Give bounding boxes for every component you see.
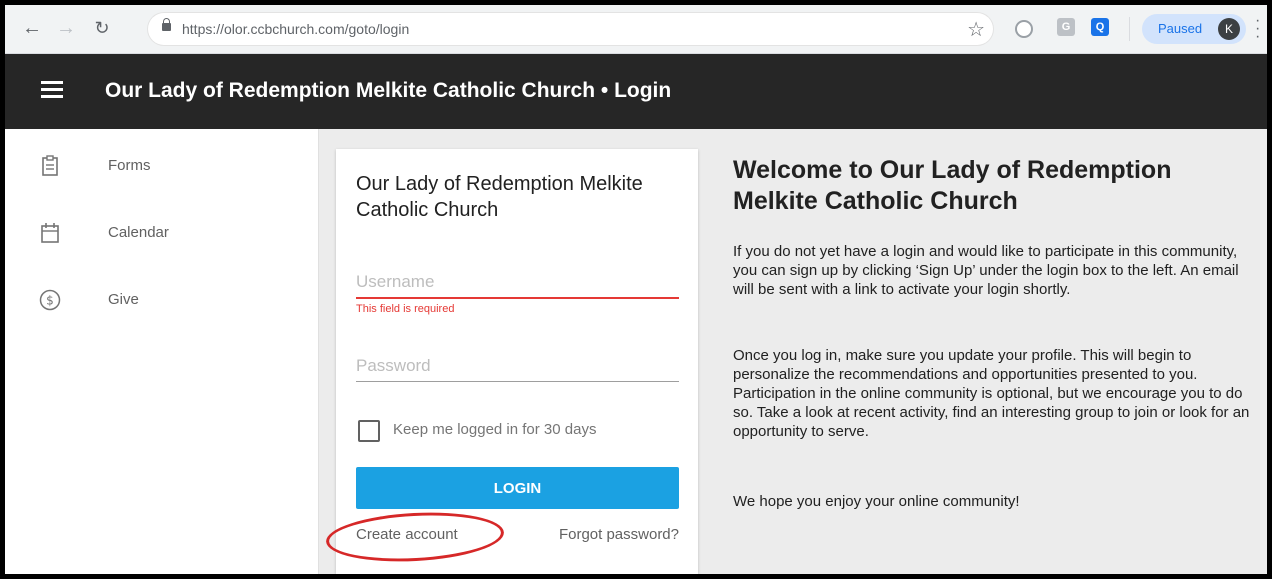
lock-icon	[162, 18, 171, 31]
menu-icon[interactable]	[41, 81, 63, 99]
password-input[interactable]	[356, 351, 679, 382]
dollar-icon: $	[39, 289, 61, 311]
login-card-title: Our Lady of Redemption Melkite Catholic …	[356, 173, 643, 221]
create-account-link[interactable]: Create account	[356, 526, 458, 543]
browser-toolbar: ← → ↻ https://olor.ccbchurch.com/goto/lo…	[5, 5, 1267, 54]
extension-g-icon[interactable]: G	[1057, 18, 1075, 36]
browser-menu-icon[interactable]: · · ·	[1255, 13, 1260, 45]
page-title: Our Lady of Redemption Melkite Catholic …	[105, 79, 672, 102]
sidebar-item-label: Calendar	[108, 224, 169, 241]
sidebar-item-calendar[interactable]: Calendar	[5, 222, 318, 272]
forward-icon[interactable]: →	[53, 15, 79, 41]
profile-button[interactable]: Paused K	[1142, 14, 1246, 44]
clipboard-icon	[39, 155, 61, 177]
address-bar[interactable]: https://olor.ccbchurch.com/goto/login ☆	[148, 13, 993, 45]
welcome-paragraph: Once you log in, make sure you update yo…	[733, 347, 1250, 440]
welcome-paragraph: We hope you enjoy your online community!	[733, 493, 1020, 510]
extension-q-icon[interactable]: Q	[1091, 18, 1109, 36]
svg-text:$: $	[46, 294, 54, 308]
login-button[interactable]: LOGIN	[356, 467, 679, 509]
remember-me-label[interactable]: Keep me logged in for 30 days	[393, 421, 596, 438]
browser-window: ← → ↻ https://olor.ccbchurch.com/goto/lo…	[5, 5, 1267, 574]
app-header: Our Lady of Redemption Melkite Catholic …	[5, 54, 1267, 129]
url-text[interactable]: https://olor.ccbchurch.com/goto/login	[182, 21, 409, 37]
username-error: This field is required	[356, 303, 455, 315]
forgot-password-link[interactable]: Forgot password?	[559, 526, 679, 543]
remember-me-checkbox[interactable]	[358, 420, 380, 442]
back-icon[interactable]: ←	[19, 15, 45, 41]
profile-status: Paused	[1158, 21, 1203, 36]
bookmark-star-icon[interactable]: ☆	[967, 17, 985, 42]
welcome-paragraph: If you do not yet have a login and would…	[733, 243, 1239, 298]
main-content: Our Lady of Redemption Melkite Catholic …	[319, 129, 1267, 574]
sidebar: Forms Calendar $ Give	[5, 129, 319, 574]
sidebar-item-label: Give	[108, 291, 139, 308]
reload-icon[interactable]: ↻	[89, 15, 115, 41]
username-input[interactable]	[356, 267, 679, 299]
welcome-panel: Welcome to Our Lady of Redemption Melkit…	[733, 155, 1253, 510]
login-card: Our Lady of Redemption Melkite Catholic …	[324, 149, 698, 574]
extension-circle-icon[interactable]	[1015, 20, 1033, 38]
sidebar-item-forms[interactable]: Forms	[5, 155, 318, 205]
avatar: K	[1218, 18, 1240, 40]
calendar-icon	[39, 222, 61, 244]
welcome-heading: Welcome to Our Lady of Redemption Melkit…	[733, 156, 1172, 215]
sidebar-item-label: Forms	[108, 157, 151, 174]
sidebar-item-give[interactable]: $ Give	[5, 289, 318, 339]
toolbar-divider	[1129, 17, 1130, 41]
